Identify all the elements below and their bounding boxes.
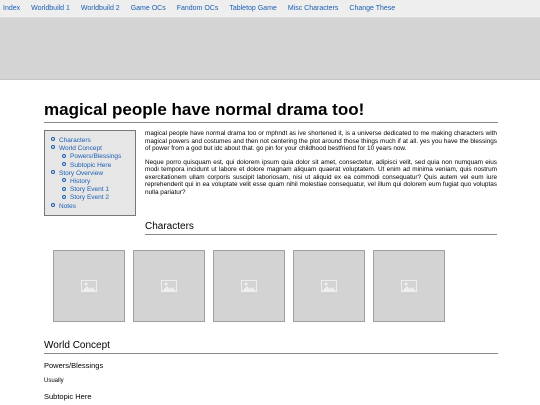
toc-item-label: Notes bbox=[59, 202, 76, 210]
toc-item-powers-blessings[interactable]: Powers/Blessings bbox=[51, 153, 131, 161]
top-navigation: Index Worldbuild 1 Worldbuild 2 Game OCs… bbox=[0, 0, 540, 18]
nav-link-index[interactable]: Index bbox=[3, 5, 20, 12]
nav-link-tabletop-game[interactable]: Tabletop Game bbox=[229, 5, 276, 12]
bullet-icon bbox=[51, 202, 55, 207]
toc-item-label: Powers/Blessings bbox=[70, 153, 122, 161]
world-concept-heading: World Concept bbox=[44, 340, 498, 354]
character-card[interactable] bbox=[213, 250, 285, 322]
intro-paragraph: magical people have normal drama too or … bbox=[145, 130, 497, 152]
subtopic-heading: Subtopic Here bbox=[44, 392, 92, 401]
image-placeholder-icon bbox=[321, 280, 337, 292]
toc-item-label: Characters bbox=[59, 137, 91, 144]
image-placeholder-icon bbox=[401, 280, 417, 292]
image-placeholder-icon bbox=[81, 280, 97, 292]
header-banner bbox=[0, 18, 540, 80]
toc-item-label: Subtopic Here bbox=[70, 161, 112, 169]
nav-link-worldbuild-1[interactable]: Worldbuild 1 bbox=[31, 5, 70, 12]
toc-item-label: Story Event 1 bbox=[70, 186, 110, 194]
toc-item-label: Story Event 2 bbox=[70, 194, 110, 202]
character-card[interactable] bbox=[53, 250, 125, 322]
nav-link-misc-characters[interactable]: Misc Characters bbox=[288, 5, 339, 12]
bullet-icon bbox=[62, 194, 66, 199]
toc-item-story-event-2[interactable]: Story Event 2 bbox=[51, 194, 131, 202]
toc-item-label: World Concept bbox=[59, 145, 102, 153]
characters-heading: Characters bbox=[145, 221, 497, 235]
toc-item-history[interactable]: History bbox=[51, 178, 131, 186]
character-card[interactable] bbox=[133, 250, 205, 322]
bullet-icon bbox=[62, 153, 66, 158]
bullet-icon bbox=[62, 178, 66, 183]
bullet-icon bbox=[51, 170, 55, 175]
table-of-contents: Characters World Concept Powers/Blessing… bbox=[44, 130, 136, 216]
character-card[interactable] bbox=[293, 250, 365, 322]
bullet-icon bbox=[62, 161, 66, 166]
toc-item-label: Story Overview bbox=[59, 169, 104, 177]
nav-link-game-ocs[interactable]: Game OCs bbox=[131, 5, 166, 12]
usually-text: Usually bbox=[44, 378, 64, 384]
toc-item-label: History bbox=[70, 178, 91, 186]
image-placeholder-icon bbox=[241, 280, 257, 292]
toc-item-story-event-1[interactable]: Story Event 1 bbox=[51, 186, 131, 194]
image-placeholder-icon bbox=[161, 280, 177, 292]
nav-link-change-these[interactable]: Change These bbox=[349, 5, 395, 12]
toc-item-subtopic-here[interactable]: Subtopic Here bbox=[51, 162, 131, 170]
nav-link-fandom-ocs[interactable]: Fandom OCs bbox=[177, 5, 219, 12]
intro-text: magical people have normal drama too or … bbox=[145, 130, 497, 202]
powers-blessings-heading: Powers/Blessings bbox=[44, 361, 104, 370]
toc-item-world-concept[interactable]: World Concept bbox=[51, 145, 131, 153]
toc-item-notes[interactable]: Notes bbox=[51, 203, 131, 211]
intro-paragraph: Neque porro quisquam est, qui dolorem ip… bbox=[145, 158, 497, 196]
bullet-icon bbox=[51, 137, 55, 142]
page-title: magical people have normal drama too! bbox=[44, 100, 498, 123]
nav-link-worldbuild-2[interactable]: Worldbuild 2 bbox=[81, 5, 120, 12]
toc-item-story-overview[interactable]: Story Overview bbox=[51, 170, 131, 178]
bullet-icon bbox=[51, 145, 55, 150]
toc-item-characters[interactable]: Characters bbox=[51, 137, 131, 145]
character-card[interactable] bbox=[373, 250, 445, 322]
bullet-icon bbox=[62, 186, 66, 191]
